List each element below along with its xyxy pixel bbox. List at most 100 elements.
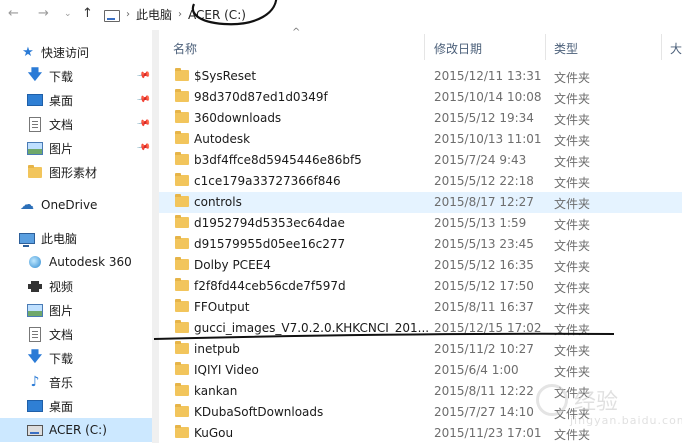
file-list: ^ 名称 修改日期 类型 大 $SysReset 2015/12/11 13:31… xyxy=(159,27,682,444)
sidebar-item-downloads[interactable]: 🡇 下载 📌 xyxy=(0,64,152,88)
sidebar-item-pictures[interactable]: 图片 📌 xyxy=(0,136,152,160)
file-name: gucci_images_V7.0.2.0.KHKCNCI_201... xyxy=(194,321,430,335)
sidebar-scrollbar[interactable] xyxy=(152,30,159,443)
back-icon[interactable]: ← xyxy=(8,6,19,21)
navigation-pane: ★ 快速访问 🡇 下载 📌 桌面 📌 文档 📌 图片 📌 图形素材 ☁ OneD… xyxy=(0,30,152,443)
file-modified-date: 2015/5/12 22:18 xyxy=(434,174,534,188)
sidebar-item-label: 快速访问 xyxy=(41,45,90,60)
sidebar-item-pictures-pc[interactable]: 图片 xyxy=(0,298,152,322)
file-name: d91579955d05ee16c277 xyxy=(194,237,346,251)
file-name: IQIYI Video xyxy=(194,363,259,377)
file-type: 文件夹 xyxy=(554,197,591,211)
sidebar-item-music[interactable]: ♪ 音乐 xyxy=(0,370,152,394)
file-modified-date: 2015/5/13 1:59 xyxy=(434,216,527,230)
file-name: d1952794d5353ec64dae xyxy=(194,216,345,230)
table-row[interactable]: 360downloads 2015/5/12 19:34 文件夹 xyxy=(159,108,682,129)
network-drive-icon xyxy=(27,254,43,270)
file-modified-date: 2015/8/17 12:27 xyxy=(434,195,534,209)
table-row[interactable]: FFOutput 2015/8/11 16:37 文件夹 xyxy=(159,297,682,318)
breadcrumb-acer-c[interactable]: ACER (C:) xyxy=(188,8,246,22)
folder-icon xyxy=(175,425,189,438)
folder-icon xyxy=(175,320,189,333)
table-row[interactable]: Dolby PCEE4 2015/5/12 16:35 文件夹 xyxy=(159,255,682,276)
file-modified-date: 2015/7/27 14:10 xyxy=(434,405,534,419)
computer-icon xyxy=(19,230,35,247)
folder-icon xyxy=(175,215,189,228)
folder-icon xyxy=(175,152,189,165)
breadcrumb-this-pc[interactable]: 此电脑 xyxy=(136,6,172,23)
file-modified-date: 2015/11/23 17:01 xyxy=(434,426,542,440)
column-divider[interactable] xyxy=(661,34,662,60)
table-row[interactable]: KuGou 2015/11/23 17:01 文件夹 xyxy=(159,423,682,444)
sidebar-item-videos[interactable]: 视频 xyxy=(0,274,152,298)
sidebar-item-label: 文档 xyxy=(49,327,74,342)
file-type: 文件夹 xyxy=(554,344,591,358)
up-icon[interactable]: ↑ xyxy=(82,6,93,21)
music-icon: ♪ xyxy=(30,374,40,390)
table-row[interactable]: IQIYI Video 2015/6/4 1:00 文件夹 xyxy=(159,360,682,381)
pin-icon[interactable]: 📌 xyxy=(136,117,151,132)
file-type: 文件夹 xyxy=(554,218,591,232)
column-header-name[interactable]: 名称 xyxy=(173,40,197,57)
table-row[interactable]: Autodesk 2015/10/13 11:01 文件夹 xyxy=(159,129,682,150)
sidebar-item-documents[interactable]: 文档 📌 xyxy=(0,112,152,136)
download-icon: 🡇 xyxy=(27,67,43,83)
sidebar-item-label: 文档 xyxy=(49,117,74,132)
file-name: controls xyxy=(194,195,242,209)
folder-icon xyxy=(175,257,189,270)
sidebar-item-label: 此电脑 xyxy=(41,231,78,246)
column-header-size[interactable]: 大 xyxy=(670,40,682,57)
sidebar-item-quick-access[interactable]: ★ 快速访问 xyxy=(0,40,152,64)
sidebar-item-onedrive[interactable]: ☁ OneDrive xyxy=(0,193,152,217)
file-type: 文件夹 xyxy=(554,260,591,274)
sidebar-item-desktop-pc[interactable]: 桌面 xyxy=(0,394,152,418)
sidebar-item-acer-c[interactable]: ACER (C:) xyxy=(0,418,152,442)
table-row[interactable]: gucci_images_V7.0.2.0.KHKCNCI_201... 2015… xyxy=(159,318,682,339)
chevron-down-icon[interactable]: ⌄ xyxy=(64,9,72,19)
file-modified-date: 2015/10/14 10:08 xyxy=(434,90,542,104)
table-row[interactable]: kankan 2015/8/11 12:22 文件夹 xyxy=(159,381,682,402)
file-modified-date: 2015/5/12 19:34 xyxy=(434,111,534,125)
table-row[interactable]: b3df4ffce8d5945446e86bf5 2015/7/24 9:43 文件… xyxy=(159,150,682,171)
sidebar-item-graphic-assets[interactable]: 图形素材 xyxy=(0,160,152,184)
sidebar-item-desktop[interactable]: 桌面 📌 xyxy=(0,88,152,112)
column-divider[interactable] xyxy=(545,34,546,60)
folder-icon xyxy=(175,383,189,396)
table-row[interactable]: c1ce179a33727366f846 2015/5/12 22:18 文件夹 xyxy=(159,171,682,192)
table-row[interactable]: $SysReset 2015/12/11 13:31 文件夹 xyxy=(159,66,682,87)
pin-icon[interactable]: 📌 xyxy=(136,141,151,156)
sidebar-item-label: 图形素材 xyxy=(49,165,98,180)
table-row[interactable]: f2f8fd44ceb56cde7f597d 2015/5/12 17:50 文件夹 xyxy=(159,276,682,297)
computer-icon xyxy=(104,9,120,22)
pin-icon[interactable]: 📌 xyxy=(136,93,151,108)
file-name: 98d370d87ed1d0349f xyxy=(194,90,328,104)
file-type: 文件夹 xyxy=(554,428,591,442)
table-row[interactable]: controls 2015/8/17 12:27 文件夹 xyxy=(159,192,682,213)
sidebar-item-downloads-pc[interactable]: 🡇 下载 xyxy=(0,346,152,370)
video-icon xyxy=(27,278,43,294)
column-header-date[interactable]: 修改日期 xyxy=(434,40,482,57)
sidebar-item-this-pc[interactable]: 此电脑 xyxy=(0,226,152,250)
sidebar-item-documents-pc[interactable]: 文档 xyxy=(0,322,152,346)
table-row[interactable]: KDubaSoftDownloads 2015/7/27 14:10 文件夹 xyxy=(159,402,682,423)
sidebar-item-label: 下载 xyxy=(49,69,74,84)
table-row[interactable]: d1952794d5353ec64dae 2015/5/13 1:59 文件夹 xyxy=(159,213,682,234)
address-bar: ← → ⌄ ↑ › 此电脑 › ACER (C:) xyxy=(0,0,682,30)
file-modified-date: 2015/10/13 11:01 xyxy=(434,132,542,146)
sidebar-item-label: 视频 xyxy=(49,279,74,294)
sidebar-item-autodesk-360[interactable]: Autodesk 360 xyxy=(0,250,152,274)
table-row[interactable]: d91579955d05ee16c277 2015/5/13 23:45 文件夹 xyxy=(159,234,682,255)
desktop-icon xyxy=(27,398,43,414)
folder-icon xyxy=(175,68,189,81)
table-row[interactable]: inetpub 2015/11/2 10:27 文件夹 xyxy=(159,339,682,360)
column-divider[interactable] xyxy=(424,34,425,60)
sidebar-item-label: 桌面 xyxy=(49,93,74,108)
table-row[interactable]: 98d370d87ed1d0349f 2015/10/14 10:08 文件夹 xyxy=(159,87,682,108)
column-header-type[interactable]: 类型 xyxy=(554,40,578,57)
forward-icon[interactable]: → xyxy=(38,6,49,21)
column-header: ^ 名称 修改日期 类型 大 xyxy=(159,27,682,64)
file-type: 文件夹 xyxy=(554,113,591,127)
file-name: KDubaSoftDownloads xyxy=(194,405,324,419)
pin-icon[interactable]: 📌 xyxy=(136,69,151,84)
sidebar-item-label: OneDrive xyxy=(41,198,98,212)
